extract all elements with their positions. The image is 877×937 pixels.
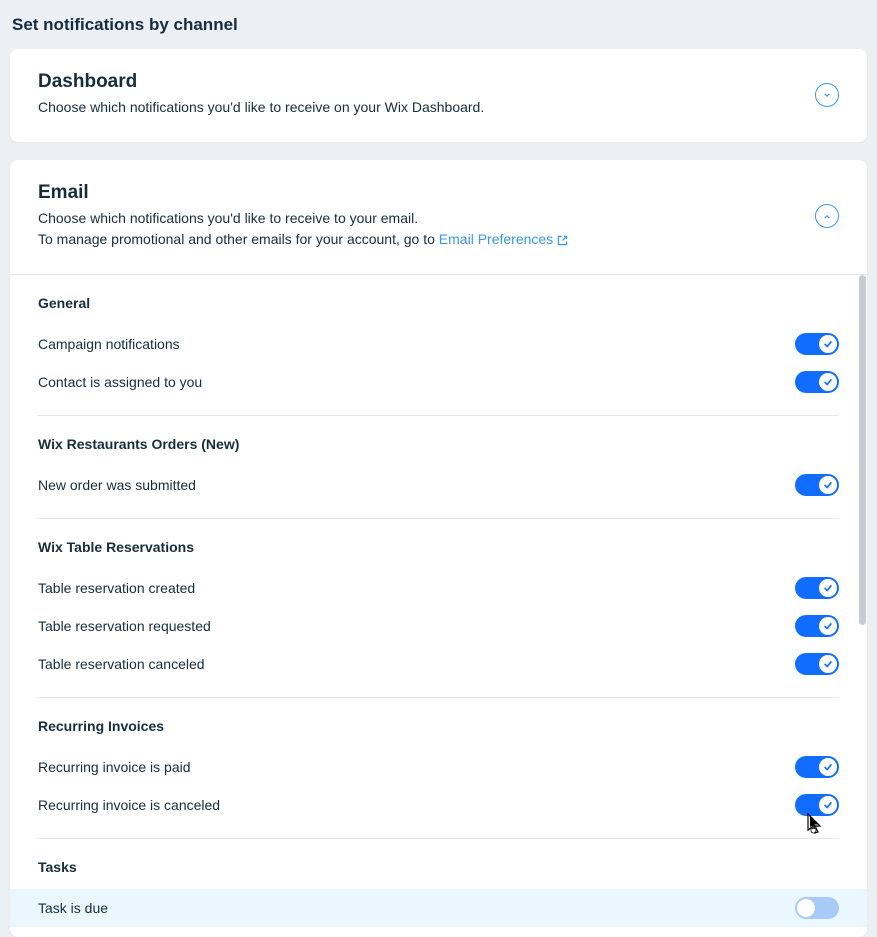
toggle[interactable] <box>795 653 839 675</box>
toggle[interactable] <box>795 897 839 919</box>
check-icon <box>819 335 837 353</box>
toggle[interactable] <box>795 794 839 816</box>
check-icon <box>819 579 837 597</box>
dashboard-title: Dashboard <box>38 71 484 93</box>
email-description-line2-prefix: To manage promotional and other emails f… <box>38 231 439 247</box>
setting-label: Table reservation canceled <box>38 656 205 672</box>
setting-row: New order was submitted <box>38 466 839 504</box>
setting-label: Table reservation created <box>38 580 195 596</box>
toggle[interactable] <box>795 756 839 778</box>
email-collapse-button[interactable] <box>815 204 839 228</box>
toggle[interactable] <box>795 615 839 637</box>
setting-row: Recurring invoice is canceled <box>38 786 839 824</box>
email-title: Email <box>38 182 569 204</box>
page-title: Set notifications by channel <box>12 15 867 35</box>
setting-label: New order was submitted <box>38 477 196 493</box>
settings-group: Tasks Task is due <box>10 839 867 933</box>
setting-label: Task is due <box>38 900 108 916</box>
settings-group: Recurring Invoices Recurring invoice is p… <box>10 698 867 830</box>
setting-label: Contact is assigned to you <box>38 374 202 390</box>
setting-row: Recurring invoice is paid <box>38 748 839 786</box>
setting-label: Campaign notifications <box>38 336 180 352</box>
email-description-line1: Choose which notifications you'd like to… <box>38 210 418 226</box>
dashboard-expand-button[interactable] <box>815 83 839 107</box>
setting-row: Campaign notifications <box>38 325 839 363</box>
toggle[interactable] <box>795 577 839 599</box>
toggle[interactable] <box>795 371 839 393</box>
scrollbar[interactable] <box>859 275 866 625</box>
group-title: Recurring Invoices <box>38 718 839 734</box>
setting-row: Table reservation canceled <box>38 645 839 683</box>
settings-group: Wix Table Reservations Table reservation … <box>10 519 867 689</box>
group-title: General <box>38 295 839 311</box>
setting-label: Recurring invoice is canceled <box>38 797 220 813</box>
setting-row: Table reservation created <box>38 569 839 607</box>
email-card: Email Choose which notifications you'd l… <box>10 160 867 937</box>
dashboard-card: Dashboard Choose which notifications you… <box>10 49 867 142</box>
toggle[interactable] <box>795 474 839 496</box>
setting-label: Recurring invoice is paid <box>38 759 191 775</box>
chevron-up-icon <box>823 209 831 224</box>
email-preferences-link-text: Email Preferences <box>439 231 553 247</box>
check-icon <box>819 655 837 673</box>
setting-row: Table reservation requested <box>38 607 839 645</box>
settings-group: General Campaign notifications Contact is … <box>10 275 867 407</box>
group-title: Wix Table Reservations <box>38 539 839 555</box>
group-title: Tasks <box>38 859 839 875</box>
setting-row: Contact is assigned to you <box>38 363 839 401</box>
setting-row: Task is due <box>10 889 867 927</box>
check-icon <box>819 373 837 391</box>
settings-group: Wix Restaurants Orders (New) New order wa… <box>10 416 867 510</box>
check-icon <box>819 617 837 635</box>
group-title: Wix Restaurants Orders (New) <box>38 436 839 452</box>
toggle-knob <box>797 899 815 917</box>
email-preferences-link[interactable]: Email Preferences <box>439 231 569 247</box>
setting-label: Table reservation requested <box>38 618 211 634</box>
toggle[interactable] <box>795 333 839 355</box>
external-link-icon <box>553 231 569 247</box>
check-icon <box>819 758 837 776</box>
chevron-down-icon <box>823 87 831 102</box>
check-icon <box>819 476 837 494</box>
dashboard-description: Choose which notifications you'd like to… <box>38 97 484 118</box>
check-icon <box>819 796 837 814</box>
